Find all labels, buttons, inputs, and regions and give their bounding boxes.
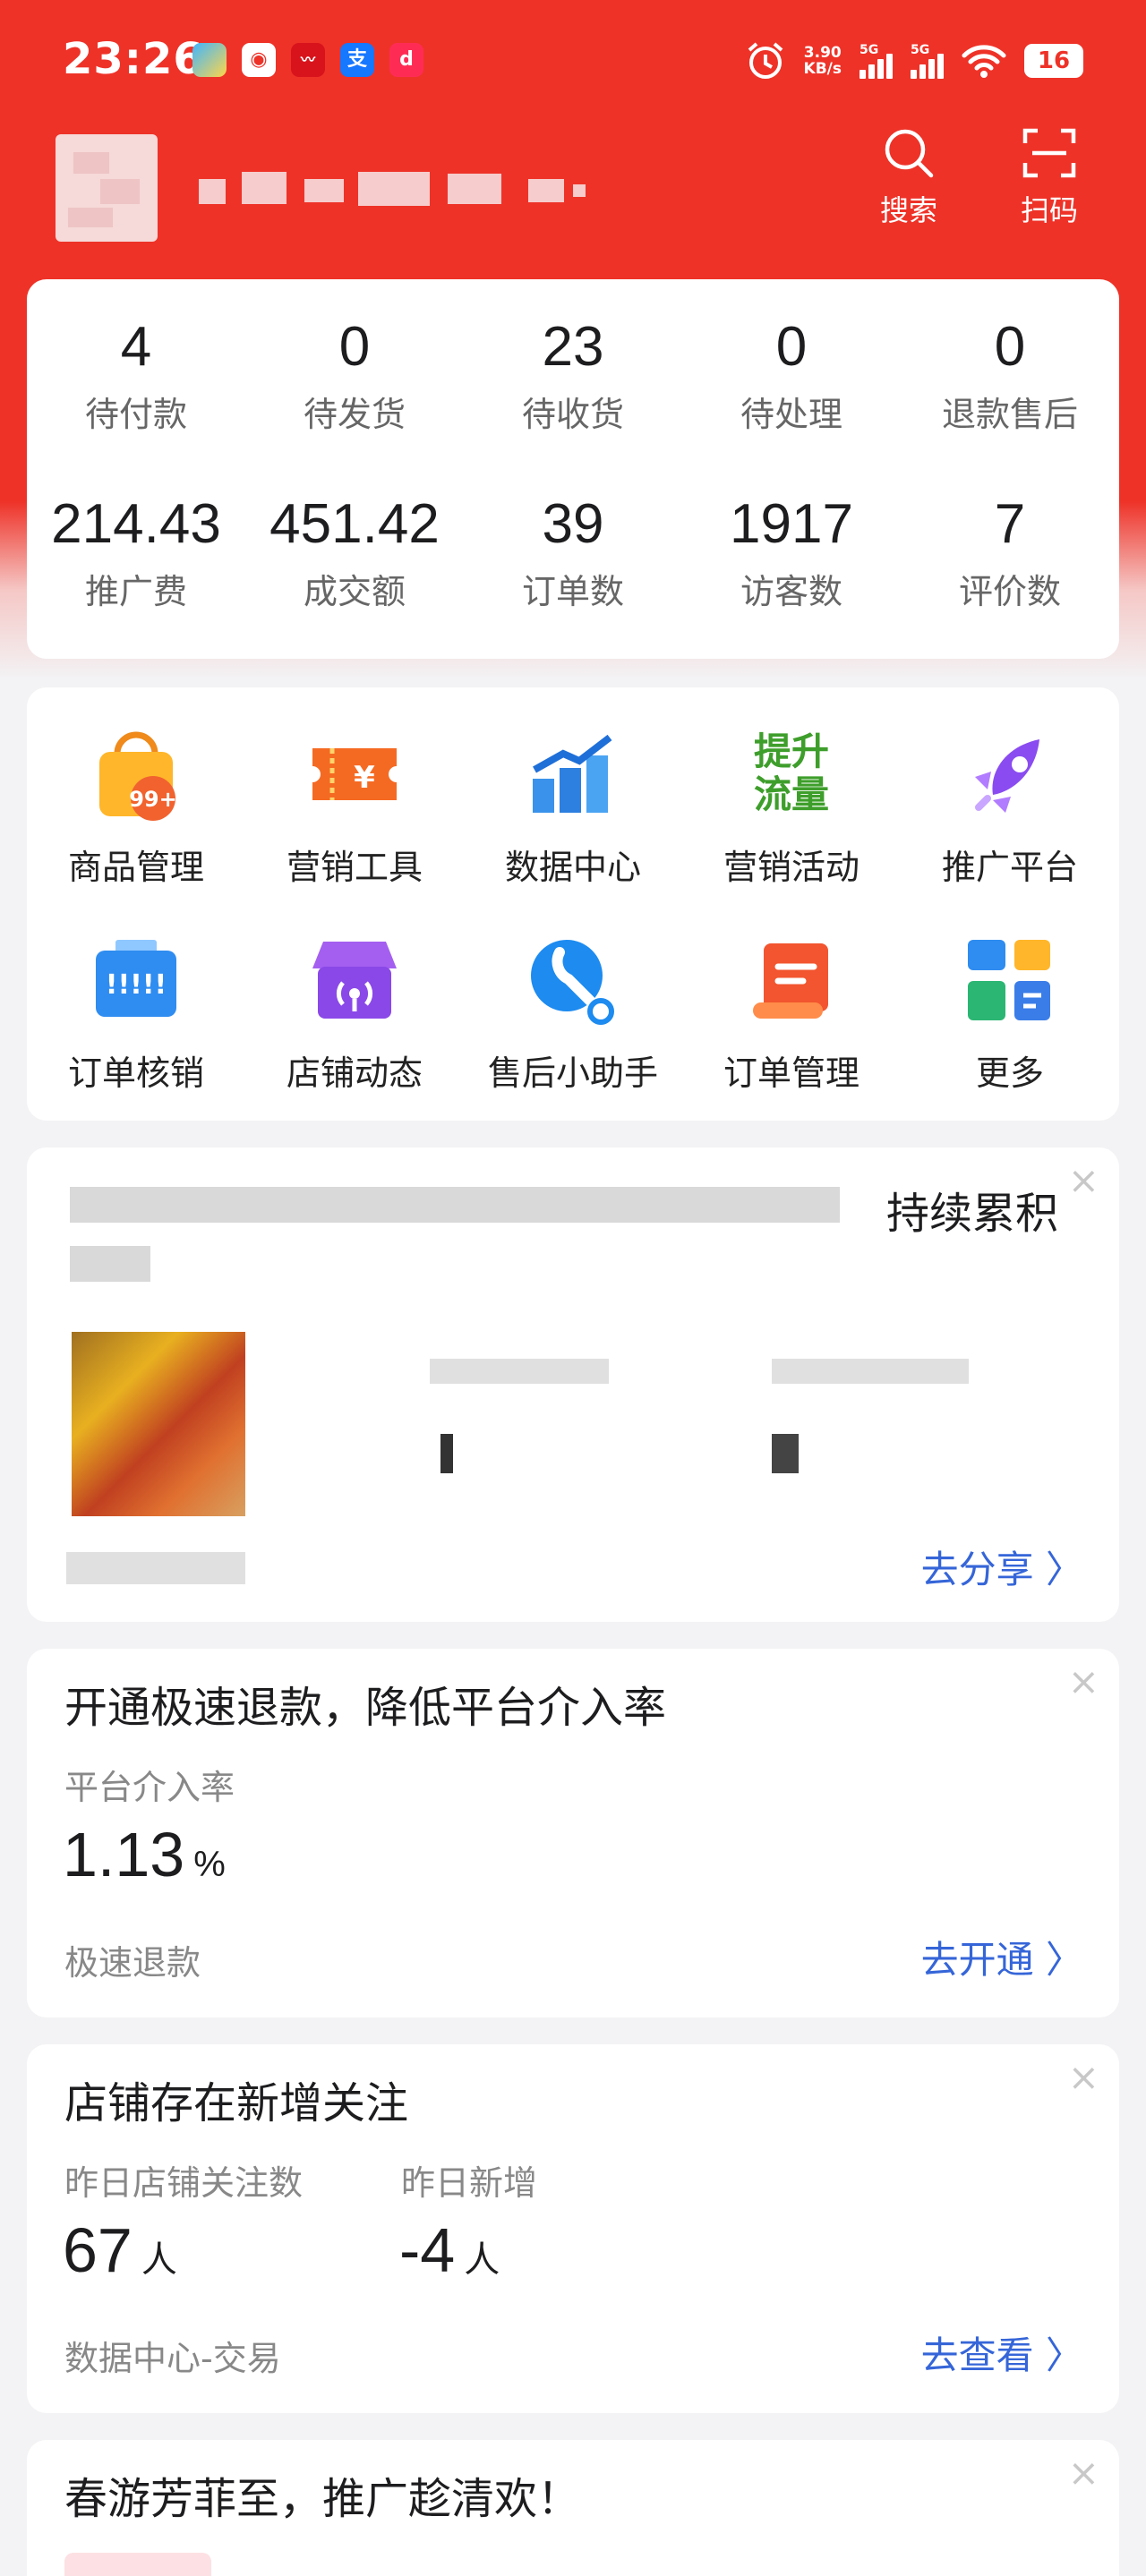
signal-icon: 5G xyxy=(911,43,944,79)
redacted-metric-value xyxy=(440,1434,453,1473)
store-name-redacted xyxy=(188,161,725,220)
biz-stat-reviews[interactable]: 7 评价数 xyxy=(901,492,1119,613)
metric-label: 昨日店铺关注数 xyxy=(64,2163,304,2203)
share-link[interactable]: 去分享 〉 xyxy=(921,1540,1083,1594)
metric-label: 平台介入率 xyxy=(64,1768,235,1807)
status-bar: 23:26 ◉ 〰 支 d 3.90 KB/s 5G 5G 16 xyxy=(0,0,1146,125)
redacted-metric-label xyxy=(772,1359,969,1384)
shopping-bag-icon: 99+ xyxy=(87,725,185,823)
biz-stat-promotion-fee[interactable]: 214.43 推广费 xyxy=(27,492,245,613)
alarm-clock-icon xyxy=(748,42,783,79)
tool-order-verification[interactable]: !!!!! 订单核销 xyxy=(27,931,245,1095)
metric-value: -4 人 xyxy=(399,2215,500,2285)
search-label: 搜索 xyxy=(879,193,937,227)
metric-value: 1.13% xyxy=(63,1820,226,1889)
wifi-icon xyxy=(962,45,1006,78)
search-button[interactable]: 搜索 xyxy=(860,125,958,229)
tool-data-center[interactable]: 数据中心 xyxy=(464,725,682,889)
redacted-metric-value xyxy=(772,1434,799,1473)
card-title: 春游芳菲至，推广趁清欢！ xyxy=(64,2474,581,2524)
storefront-broadcast-icon xyxy=(305,931,404,1029)
svg-text:¥: ¥ xyxy=(354,760,375,796)
new-followers-card: × 店铺存在新增关注 昨日店铺关注数 67 人 昨日新增 -4 人 数据中心-交易 … xyxy=(27,2044,1119,2413)
tool-more[interactable]: 更多 xyxy=(901,931,1119,1095)
boost-traffic-icon: 提升 流量 xyxy=(753,729,829,816)
redacted-title xyxy=(70,1187,840,1223)
tool-label: 店铺动态 xyxy=(286,1053,423,1093)
order-stat-refund[interactable]: 0 退款售后 xyxy=(901,315,1119,436)
share-promo-card: × 持续累积 去分享 〉 xyxy=(27,1147,1119,1622)
scan-icon xyxy=(1022,128,1076,178)
more-grid-icon xyxy=(961,931,1059,1029)
close-icon[interactable]: × xyxy=(1068,2059,1099,2096)
scan-label: 扫码 xyxy=(1020,193,1078,227)
scroll-document-icon xyxy=(742,931,841,1029)
tool-after-sales-assistant[interactable]: 售后小助手 xyxy=(464,931,682,1095)
redacted-title-line2 xyxy=(70,1246,150,1282)
metric-label: 昨日新增 xyxy=(401,2163,538,2203)
promo-thumbnail xyxy=(64,2553,211,2576)
order-stat-to-ship[interactable]: 0 待发货 xyxy=(245,315,464,436)
tool-label: 更多 xyxy=(975,1053,1044,1093)
tool-label: 推广平台 xyxy=(941,848,1078,887)
tool-label: 营销活动 xyxy=(723,848,860,887)
share-card-title-tail: 持续累积 xyxy=(886,1189,1059,1239)
stats-card: 4 待付款 0 待发货 23 待收货 0 待处理 0 退款售后 214.43 推广费 451… xyxy=(27,279,1119,659)
view-link[interactable]: 去查看 〉 xyxy=(921,2325,1083,2380)
coupon-ticket-icon: ¥ xyxy=(305,725,404,823)
svg-text:99+: 99+ xyxy=(129,787,177,812)
stock-chart-notification-icon: 〰 xyxy=(291,43,325,77)
tool-marketing-tools[interactable]: ¥ 营销工具 xyxy=(245,725,464,889)
tool-label: 营销工具 xyxy=(286,848,423,887)
close-icon[interactable]: × xyxy=(1068,2454,1099,2492)
card-footer: 数据中心-交易 xyxy=(64,2339,281,2378)
tool-product-management[interactable]: 99+ 商品管理 xyxy=(27,725,245,889)
product-image-redacted xyxy=(72,1332,245,1516)
order-stat-to-process[interactable]: 0 待处理 xyxy=(682,315,901,436)
store-avatar[interactable] xyxy=(56,134,158,242)
app-notification-icon xyxy=(192,43,227,77)
order-stat-pending-payment[interactable]: 4 待付款 xyxy=(27,315,245,436)
tool-store-updates[interactable]: 店铺动态 xyxy=(245,931,464,1095)
tool-label: 商品管理 xyxy=(67,848,204,887)
search-icon xyxy=(885,129,934,178)
fast-refund-card: × 开通极速退款，降低平台介入率 平台介入率 1.13% 极速退款 去开通 〉 xyxy=(27,1649,1119,2017)
biz-stat-gmv[interactable]: 451.42 成交额 xyxy=(245,492,464,613)
redacted-footer xyxy=(66,1552,245,1584)
tool-order-management[interactable]: 订单管理 xyxy=(682,931,901,1095)
scan-button[interactable]: 扫码 xyxy=(1000,125,1099,229)
tool-label: 订单核销 xyxy=(67,1053,204,1093)
battery-icon: 16 xyxy=(1024,44,1083,78)
redacted-metric-label xyxy=(430,1359,609,1384)
wrench-icon xyxy=(524,931,622,1029)
tool-label: 数据中心 xyxy=(504,848,641,887)
tool-label: 售后小助手 xyxy=(487,1053,658,1093)
close-icon[interactable]: × xyxy=(1068,1663,1099,1701)
signal-icon: 5G xyxy=(860,43,893,79)
alipay-notification-icon: 支 xyxy=(340,43,374,77)
svg-text:!!!!!: !!!!! xyxy=(106,969,167,1001)
tool-promotion-platform[interactable]: 推广平台 xyxy=(901,725,1119,889)
biz-stat-orders[interactable]: 39 订单数 xyxy=(464,492,682,613)
tool-marketing-activities[interactable]: 提升 流量 营销活动 xyxy=(682,725,901,889)
status-time: 23:26 xyxy=(63,34,204,84)
map-pin-notification-icon: ◉ xyxy=(242,43,276,77)
tool-label: 订单管理 xyxy=(723,1053,860,1093)
douyin-notification-icon: d xyxy=(389,43,423,77)
enable-link[interactable]: 去开通 〉 xyxy=(921,1930,1083,1984)
metric-value: 67 人 xyxy=(63,2215,177,2285)
ticket-scanner-icon: !!!!! xyxy=(87,931,185,1029)
network-speed: 3.90 KB/s xyxy=(803,44,842,78)
card-title: 开通极速退款，降低平台介入率 xyxy=(64,1683,667,1733)
bar-chart-icon xyxy=(524,725,622,823)
tools-card: 99+ 商品管理 ¥ 营销工具 数据中心 提升 流量 营销活动 推广平台 !!!… xyxy=(27,687,1119,1121)
card-title: 店铺存在新增关注 xyxy=(64,2078,409,2128)
close-icon[interactable]: × xyxy=(1068,1162,1099,1199)
order-stat-to-receive[interactable]: 23 待收货 xyxy=(464,315,682,436)
card-footer: 极速退款 xyxy=(64,1943,201,1983)
rocket-icon xyxy=(961,725,1059,823)
biz-stat-visitors[interactable]: 1917 访客数 xyxy=(682,492,901,613)
spring-promo-card: × 春游芳菲至，推广趁清欢！ xyxy=(27,2440,1119,2576)
